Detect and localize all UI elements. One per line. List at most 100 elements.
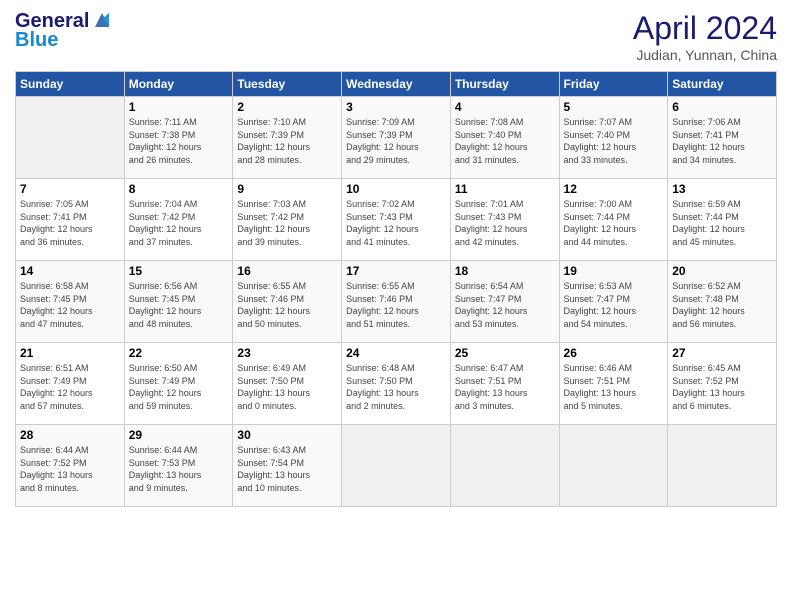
- calendar-cell: 25 Sunrise: 6:47 AM Sunset: 7:51 PM Dayli…: [450, 343, 559, 425]
- day-number: 29: [129, 428, 229, 442]
- day-number: 20: [672, 264, 772, 278]
- col-wednesday: Wednesday: [342, 72, 451, 97]
- day-info: Sunrise: 6:45 AM Sunset: 7:52 PM Dayligh…: [672, 362, 772, 412]
- calendar-table: Sunday Monday Tuesday Wednesday Thursday…: [15, 71, 777, 507]
- day-info: Sunrise: 6:58 AM Sunset: 7:45 PM Dayligh…: [20, 280, 120, 330]
- day-info: Sunrise: 7:07 AM Sunset: 7:40 PM Dayligh…: [564, 116, 664, 166]
- day-number: 7: [20, 182, 120, 196]
- day-number: 17: [346, 264, 446, 278]
- calendar-cell: [559, 425, 668, 507]
- day-info: Sunrise: 7:09 AM Sunset: 7:39 PM Dayligh…: [346, 116, 446, 166]
- day-number: 14: [20, 264, 120, 278]
- calendar-week-4: 21 Sunrise: 6:51 AM Sunset: 7:49 PM Dayli…: [16, 343, 777, 425]
- logo-icon: [91, 9, 113, 31]
- day-info: Sunrise: 7:05 AM Sunset: 7:41 PM Dayligh…: [20, 198, 120, 248]
- calendar-cell: 22 Sunrise: 6:50 AM Sunset: 7:49 PM Dayli…: [124, 343, 233, 425]
- col-friday: Friday: [559, 72, 668, 97]
- calendar-week-2: 7 Sunrise: 7:05 AM Sunset: 7:41 PM Daylig…: [16, 179, 777, 261]
- day-info: Sunrise: 6:44 AM Sunset: 7:52 PM Dayligh…: [20, 444, 120, 494]
- header-row: Sunday Monday Tuesday Wednesday Thursday…: [16, 72, 777, 97]
- day-number: 26: [564, 346, 664, 360]
- day-number: 11: [455, 182, 555, 196]
- day-number: 3: [346, 100, 446, 114]
- calendar-week-3: 14 Sunrise: 6:58 AM Sunset: 7:45 PM Dayli…: [16, 261, 777, 343]
- calendar-cell: 7 Sunrise: 7:05 AM Sunset: 7:41 PM Daylig…: [16, 179, 125, 261]
- calendar-cell: 4 Sunrise: 7:08 AM Sunset: 7:40 PM Daylig…: [450, 97, 559, 179]
- day-number: 13: [672, 182, 772, 196]
- calendar-cell: 28 Sunrise: 6:44 AM Sunset: 7:52 PM Dayli…: [16, 425, 125, 507]
- calendar-cell: 20 Sunrise: 6:52 AM Sunset: 7:48 PM Dayli…: [668, 261, 777, 343]
- calendar-cell: 11 Sunrise: 7:01 AM Sunset: 7:43 PM Dayli…: [450, 179, 559, 261]
- calendar-cell: 27 Sunrise: 6:45 AM Sunset: 7:52 PM Dayli…: [668, 343, 777, 425]
- calendar-cell: 6Sunrise: 7:06 AM Sunset: 7:41 PM Daylig…: [668, 97, 777, 179]
- day-number: 16: [237, 264, 337, 278]
- calendar-cell: 19 Sunrise: 6:53 AM Sunset: 7:47 PM Dayli…: [559, 261, 668, 343]
- header: General Blue April 2024 Judian, Yunnan, …: [15, 10, 777, 63]
- col-tuesday: Tuesday: [233, 72, 342, 97]
- col-saturday: Saturday: [668, 72, 777, 97]
- calendar-cell: 3 Sunrise: 7:09 AM Sunset: 7:39 PM Daylig…: [342, 97, 451, 179]
- day-number: 21: [20, 346, 120, 360]
- day-info: Sunrise: 7:03 AM Sunset: 7:42 PM Dayligh…: [237, 198, 337, 248]
- calendar-cell: 2Sunrise: 7:10 AM Sunset: 7:39 PM Daylig…: [233, 97, 342, 179]
- col-sunday: Sunday: [16, 72, 125, 97]
- day-info: Sunrise: 7:02 AM Sunset: 7:43 PM Dayligh…: [346, 198, 446, 248]
- day-number: 23: [237, 346, 337, 360]
- day-info: Sunrise: 6:52 AM Sunset: 7:48 PM Dayligh…: [672, 280, 772, 330]
- day-number: 4: [455, 100, 555, 114]
- day-number: 25: [455, 346, 555, 360]
- calendar-cell: 12Sunrise: 7:00 AM Sunset: 7:44 PM Dayli…: [559, 179, 668, 261]
- month-title: April 2024: [633, 10, 777, 47]
- day-number: 1: [129, 100, 229, 114]
- calendar-cell: 1 Sunrise: 7:11 AM Sunset: 7:38 PM Daylig…: [124, 97, 233, 179]
- calendar-cell: [16, 97, 125, 179]
- day-number: 8: [129, 182, 229, 196]
- day-number: 2: [237, 100, 337, 114]
- calendar-cell: 26Sunrise: 6:46 AM Sunset: 7:51 PM Dayli…: [559, 343, 668, 425]
- day-info: Sunrise: 7:01 AM Sunset: 7:43 PM Dayligh…: [455, 198, 555, 248]
- day-info: Sunrise: 6:59 AM Sunset: 7:44 PM Dayligh…: [672, 198, 772, 248]
- day-number: 19: [564, 264, 664, 278]
- calendar-cell: 18 Sunrise: 6:54 AM Sunset: 7:47 PM Dayli…: [450, 261, 559, 343]
- day-info: Sunrise: 6:47 AM Sunset: 7:51 PM Dayligh…: [455, 362, 555, 412]
- day-number: 15: [129, 264, 229, 278]
- day-info: Sunrise: 6:55 AM Sunset: 7:46 PM Dayligh…: [237, 280, 337, 330]
- day-info: Sunrise: 7:11 AM Sunset: 7:38 PM Dayligh…: [129, 116, 229, 166]
- calendar-cell: 23 Sunrise: 6:49 AM Sunset: 7:50 PM Dayli…: [233, 343, 342, 425]
- day-info: Sunrise: 7:00 AM Sunset: 7:44 PM Dayligh…: [564, 198, 664, 248]
- day-info: Sunrise: 7:08 AM Sunset: 7:40 PM Dayligh…: [455, 116, 555, 166]
- calendar-cell: 29 Sunrise: 6:44 AM Sunset: 7:53 PM Dayli…: [124, 425, 233, 507]
- calendar-cell: 10 Sunrise: 7:02 AM Sunset: 7:43 PM Dayli…: [342, 179, 451, 261]
- day-info: Sunrise: 7:04 AM Sunset: 7:42 PM Dayligh…: [129, 198, 229, 248]
- day-number: 9: [237, 182, 337, 196]
- day-number: 10: [346, 182, 446, 196]
- day-number: 6: [672, 100, 772, 114]
- day-info: Sunrise: 6:53 AM Sunset: 7:47 PM Dayligh…: [564, 280, 664, 330]
- calendar-week-1: 1 Sunrise: 7:11 AM Sunset: 7:38 PM Daylig…: [16, 97, 777, 179]
- day-number: 30: [237, 428, 337, 442]
- day-number: 22: [129, 346, 229, 360]
- day-number: 27: [672, 346, 772, 360]
- title-block: April 2024 Judian, Yunnan, China: [633, 10, 777, 63]
- page-container: General Blue April 2024 Judian, Yunnan, …: [0, 0, 792, 517]
- day-number: 5: [564, 100, 664, 114]
- day-info: Sunrise: 6:49 AM Sunset: 7:50 PM Dayligh…: [237, 362, 337, 412]
- day-number: 24: [346, 346, 446, 360]
- subtitle: Judian, Yunnan, China: [633, 47, 777, 63]
- calendar-cell: [450, 425, 559, 507]
- day-info: Sunrise: 6:56 AM Sunset: 7:45 PM Dayligh…: [129, 280, 229, 330]
- calendar-cell: [668, 425, 777, 507]
- day-info: Sunrise: 6:44 AM Sunset: 7:53 PM Dayligh…: [129, 444, 229, 494]
- calendar-cell: 8 Sunrise: 7:04 AM Sunset: 7:42 PM Daylig…: [124, 179, 233, 261]
- col-monday: Monday: [124, 72, 233, 97]
- day-number: 18: [455, 264, 555, 278]
- calendar-cell: 13 Sunrise: 6:59 AM Sunset: 7:44 PM Dayli…: [668, 179, 777, 261]
- calendar-week-5: 28 Sunrise: 6:44 AM Sunset: 7:52 PM Dayli…: [16, 425, 777, 507]
- calendar-cell: [342, 425, 451, 507]
- day-info: Sunrise: 6:50 AM Sunset: 7:49 PM Dayligh…: [129, 362, 229, 412]
- day-number: 28: [20, 428, 120, 442]
- day-info: Sunrise: 6:48 AM Sunset: 7:50 PM Dayligh…: [346, 362, 446, 412]
- day-info: Sunrise: 6:51 AM Sunset: 7:49 PM Dayligh…: [20, 362, 120, 412]
- calendar-cell: 15 Sunrise: 6:56 AM Sunset: 7:45 PM Dayli…: [124, 261, 233, 343]
- day-info: Sunrise: 6:54 AM Sunset: 7:47 PM Dayligh…: [455, 280, 555, 330]
